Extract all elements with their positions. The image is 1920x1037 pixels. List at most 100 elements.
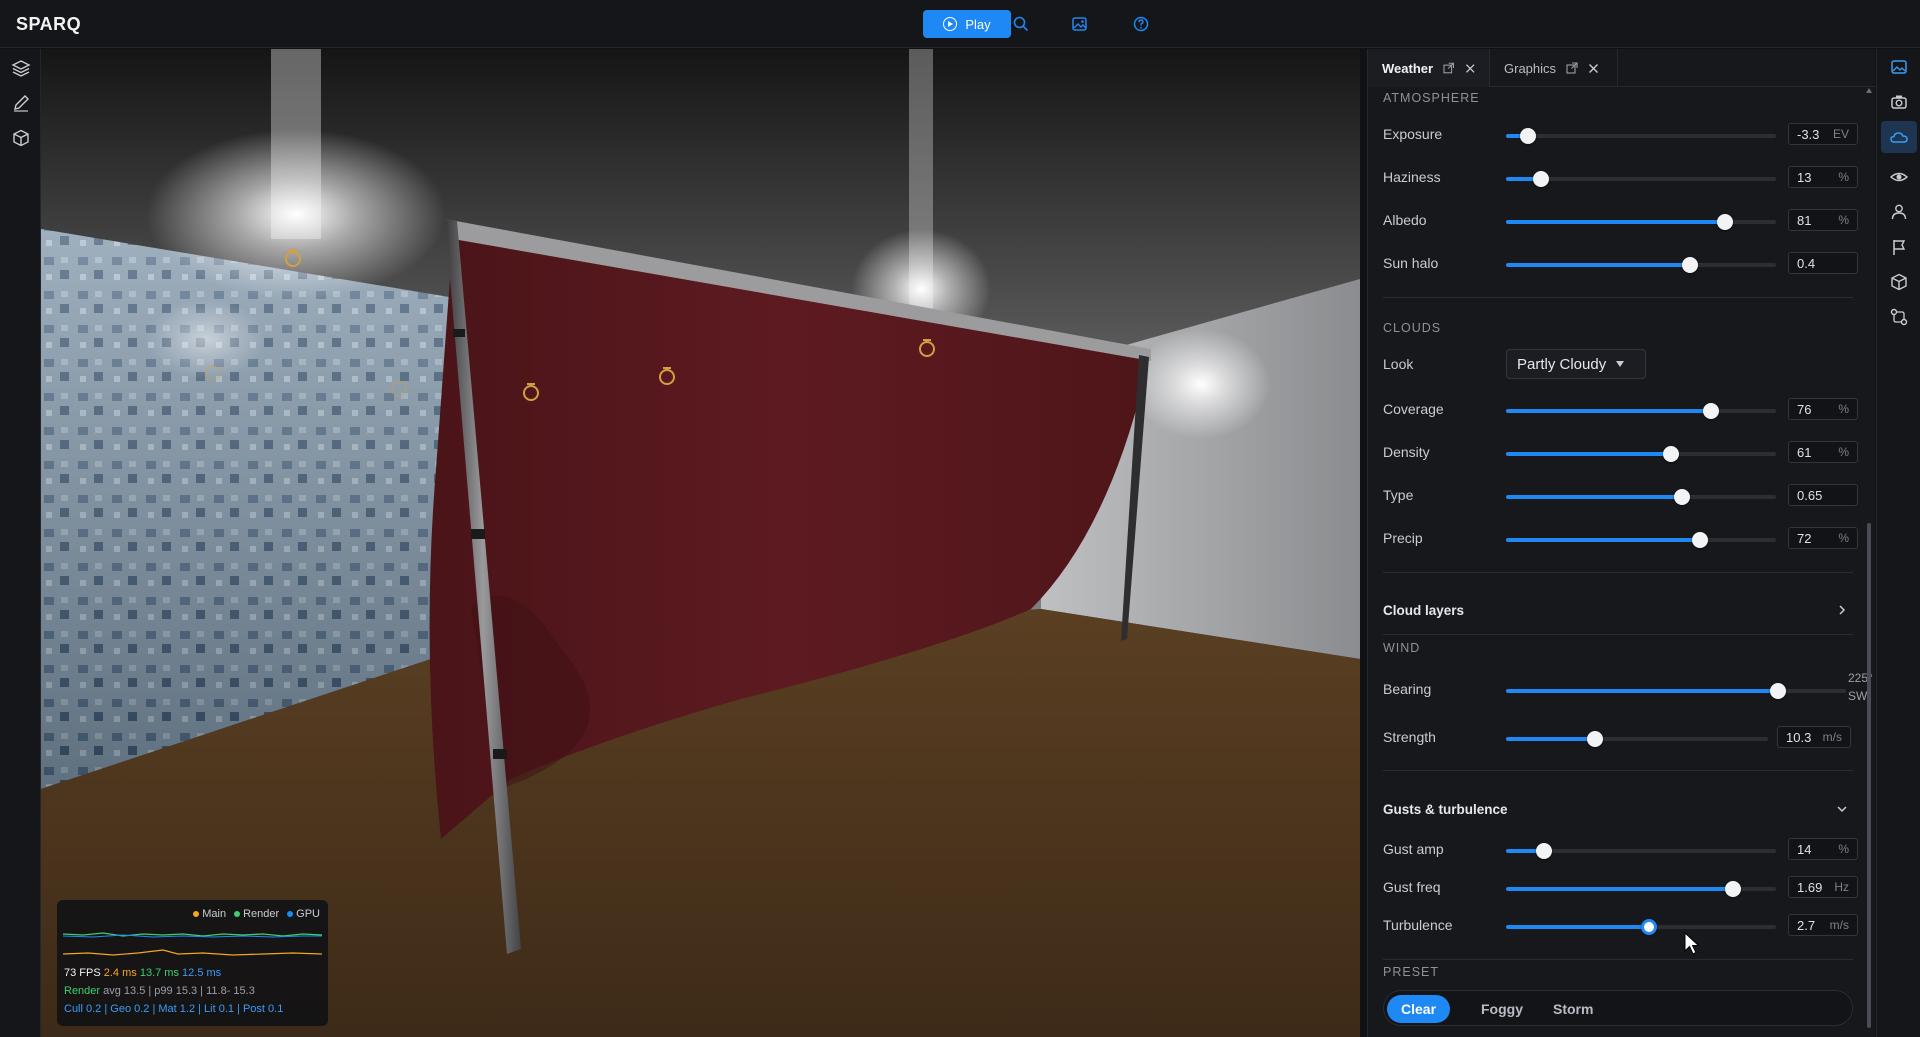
exposure-value-field[interactable]: -3.3 EV — [1788, 123, 1858, 145]
gusts-toggle[interactable]: Gusts & turbulence — [1383, 802, 1508, 817]
divider — [1383, 770, 1853, 771]
divider — [1383, 634, 1853, 635]
chevron-down-icon[interactable] — [1836, 803, 1848, 815]
image-icon[interactable] — [1889, 57, 1909, 77]
type-value-field[interactable]: 0.65 — [1788, 484, 1858, 506]
tab-graphics[interactable]: Graphics — [1490, 49, 1618, 87]
slider-handle[interactable] — [1662, 446, 1679, 462]
close-icon[interactable] — [1588, 63, 1599, 74]
slider-handle[interactable] — [1716, 214, 1733, 230]
coverage-label: Coverage — [1383, 401, 1444, 417]
turbulence-value-field[interactable]: 2.7 m/s — [1788, 914, 1858, 936]
sun-halo-value-field[interactable]: 0.4 — [1788, 252, 1858, 274]
chevron-down-icon — [1616, 361, 1625, 367]
haziness-slider[interactable] — [1506, 171, 1776, 187]
help-icon[interactable] — [1132, 15, 1150, 33]
scroll-up-icon[interactable] — [1865, 87, 1873, 95]
density-value-field[interactable]: 61% — [1788, 441, 1858, 463]
render-stats: Render avg 13.5 | p99 15.3 | 11.8- 15.3 — [64, 985, 255, 997]
image-edit-icon[interactable] — [1071, 15, 1089, 33]
precip-value-field[interactable]: 72% — [1788, 527, 1858, 549]
density-slider[interactable] — [1506, 446, 1776, 462]
slider-handle[interactable] — [1535, 843, 1552, 859]
3d-viewport[interactable] — [41, 49, 1360, 1037]
density-label: Density — [1383, 444, 1430, 460]
gust-freq-value-field[interactable]: 1.69 Hz — [1788, 876, 1858, 898]
preset-clear[interactable]: Clear — [1387, 995, 1451, 1023]
haziness-value-field[interactable]: 13% — [1788, 166, 1858, 188]
albedo-value-field[interactable]: 81% — [1788, 209, 1858, 231]
precip-slider[interactable] — [1506, 532, 1776, 548]
popout-icon[interactable] — [1443, 62, 1455, 74]
slider-handle[interactable] — [1641, 919, 1658, 935]
cube-icon[interactable] — [11, 128, 31, 148]
slider-fill — [1506, 263, 1690, 267]
slider-fill — [1506, 689, 1778, 693]
slider-handle[interactable] — [1681, 257, 1698, 273]
strength-label: Strength — [1383, 729, 1436, 745]
play-button[interactable]: Play — [923, 10, 1011, 38]
fps-readout: 73 FPS 2.4 ms 13.7 ms 12.5 ms — [64, 967, 222, 979]
atmosphere-heading: ATMOSPHERE — [1383, 91, 1480, 105]
strength-value-field[interactable]: 10.3 m/s — [1777, 726, 1851, 748]
slider-fill — [1506, 887, 1733, 891]
slider-fill — [1506, 409, 1712, 413]
gust-freq-label: Gust freq — [1383, 879, 1441, 895]
slider-handle[interactable] — [1587, 731, 1604, 747]
type-slider[interactable] — [1506, 489, 1776, 505]
close-icon[interactable] — [1465, 63, 1475, 74]
perf-legend: Main Render GPU — [193, 908, 320, 920]
gust-freq-slider[interactable] — [1506, 881, 1776, 897]
slider-handle[interactable] — [1673, 489, 1690, 505]
look-dropdown[interactable]: Partly Cloudy — [1506, 349, 1646, 379]
slider-handle[interactable] — [1533, 171, 1550, 187]
cube-icon[interactable] — [1889, 272, 1909, 292]
panel-scrollbar[interactable] — [1865, 87, 1873, 1037]
strength-slider[interactable] — [1506, 731, 1768, 747]
app-logo: SPARQ — [16, 14, 82, 34]
preset-selector: Clear Foggy Storm — [1383, 990, 1853, 1026]
albedo-slider[interactable] — [1506, 214, 1776, 230]
turbulence-label: Turbulence — [1383, 917, 1453, 933]
cloud-layers-toggle[interactable]: Cloud layers — [1383, 603, 1464, 618]
divider — [1383, 572, 1853, 573]
flag-icon[interactable] — [1889, 237, 1909, 257]
preset-foggy[interactable]: Foggy — [1467, 995, 1537, 1023]
exposure-label: Exposure — [1383, 126, 1443, 142]
search-icon[interactable] — [1012, 15, 1030, 33]
slider-fill — [1506, 495, 1682, 499]
slider-handle[interactable] — [1519, 128, 1536, 144]
layers-icon[interactable] — [11, 58, 31, 78]
tab-weather[interactable]: Weather — [1368, 49, 1490, 87]
slider-handle[interactable] — [1770, 683, 1786, 699]
person-icon[interactable] — [1889, 202, 1909, 222]
wind-heading: WIND — [1383, 641, 1421, 655]
camera-icon[interactable] — [1889, 92, 1909, 112]
turbulence-slider[interactable] — [1506, 919, 1776, 935]
sun-halo-slider[interactable] — [1506, 257, 1776, 273]
exposure-slider[interactable] — [1506, 128, 1776, 144]
nodes-icon[interactable] — [1889, 307, 1909, 327]
gust-amp-value-field[interactable]: 14% — [1788, 838, 1858, 860]
gust-amp-label: Gust amp — [1383, 841, 1444, 857]
slider-fill — [1506, 925, 1650, 929]
slider-handle[interactable] — [1724, 881, 1741, 897]
cloud-icon[interactable] — [1889, 127, 1909, 147]
popout-icon[interactable] — [1566, 62, 1578, 74]
preset-storm[interactable]: Storm — [1539, 995, 1607, 1023]
left-toolbar — [0, 49, 41, 1037]
scrollbar-thumb[interactable] — [1867, 523, 1871, 1028]
slider-handle[interactable] — [1703, 403, 1720, 419]
slider-handle[interactable] — [1692, 532, 1709, 548]
look-label: Look — [1383, 356, 1414, 372]
albedo-label: Albedo — [1383, 212, 1427, 228]
pen-icon[interactable] — [11, 93, 31, 113]
coverage-slider[interactable] — [1506, 403, 1776, 419]
coverage-value-field[interactable]: 76% — [1788, 398, 1858, 420]
bearing-slider[interactable] — [1506, 683, 1846, 699]
eye-icon[interactable] — [1889, 167, 1909, 187]
legend-render: Render — [234, 908, 279, 920]
chevron-right-icon[interactable] — [1836, 604, 1848, 616]
inspector-panel: Weather Graphics ATMOSPHERE Exposure -3.… — [1367, 49, 1876, 1037]
gust-amp-slider[interactable] — [1506, 843, 1776, 859]
